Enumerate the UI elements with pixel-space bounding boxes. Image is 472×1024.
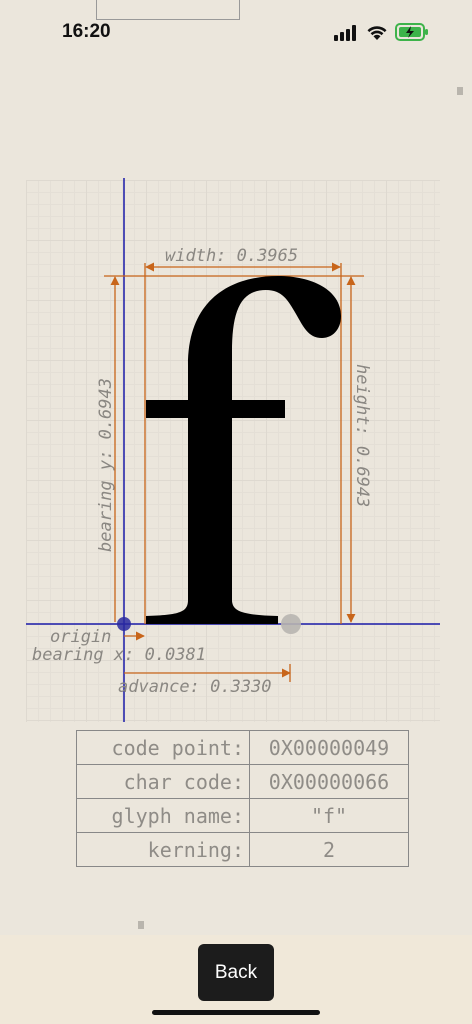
home-indicator — [152, 1010, 320, 1015]
height-label: height: 0.6943 — [352, 364, 372, 508]
kerning-key: kerning: — [76, 832, 250, 867]
origin-label: origin — [50, 627, 112, 647]
advance-label: advance: 0.3330 — [118, 677, 272, 697]
bearing-y-label: bearing y: 0.6943 — [96, 378, 116, 552]
table-row: kerning: 2 — [76, 832, 409, 867]
glyph-name-value: "f" — [249, 798, 409, 833]
glyph-info-table: code point: 0X00000049 char code: 0X0000… — [76, 730, 409, 867]
origin-dot — [117, 617, 131, 631]
kerning-value: 2 — [249, 832, 409, 867]
back-button[interactable]: Back — [198, 944, 274, 1001]
table-row: glyph name: "f" — [76, 798, 409, 833]
glyph-name-key: glyph name: — [76, 798, 250, 833]
bearing-x-label: bearing x: 0.0381 — [32, 645, 206, 665]
code-point-key: code point: — [76, 730, 250, 765]
table-row: char code: 0X00000066 — [76, 764, 409, 799]
char-code-key: char code: — [76, 764, 250, 799]
width-label: width: 0.3965 — [165, 246, 299, 266]
glyph-shape — [146, 276, 341, 624]
code-point-value: 0X00000049 — [249, 730, 409, 765]
table-row: code point: 0X00000049 — [76, 730, 409, 765]
advance-dot — [281, 614, 301, 634]
char-code-value: 0X00000066 — [249, 764, 409, 799]
